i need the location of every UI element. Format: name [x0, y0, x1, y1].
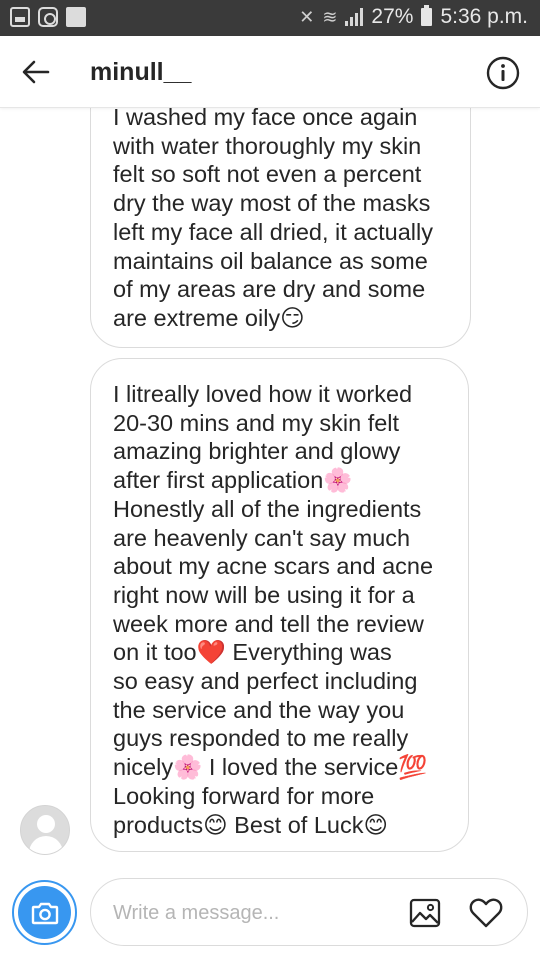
message-line: week more and tell the review — [113, 610, 424, 637]
clock: 5:36 p.m. — [440, 5, 528, 28]
wifi-icon: ≋ — [322, 6, 338, 27]
message-line: of my areas are dry and some — [113, 276, 426, 303]
conversation-title[interactable]: minull__ — [90, 58, 191, 87]
message-line: Honestly all of the ingredients — [113, 495, 422, 522]
camera-icon — [31, 902, 59, 925]
message-line: products😊 Best of Luck😊 — [113, 811, 388, 838]
message-line: right now will be using it for a — [113, 581, 415, 608]
message-bubble[interactable]: I litreally loved how it worked 20-30 mi… — [90, 358, 469, 852]
sender-avatar[interactable] — [20, 805, 70, 855]
message-line: dry the way most of the masks — [113, 190, 431, 217]
message-line: amazing brighter and glowy — [113, 438, 401, 465]
message-line: the service and the way you — [113, 696, 405, 723]
status-bar: ✕ ≋ 27% 5:36 p.m. — [0, 0, 540, 36]
message-line: on it too❤️ Everything was — [113, 639, 392, 666]
message-line: 20-30 mins and my skin felt — [113, 409, 400, 436]
message-line: so easy and perfect including — [113, 668, 418, 695]
info-icon[interactable] — [486, 56, 520, 90]
message-line: felt so soft not even a percent — [113, 161, 422, 188]
battery-percent: 27% — [371, 5, 414, 28]
chat-header: minull__ — [0, 36, 540, 108]
message-line: Looking forward for more — [113, 782, 375, 809]
message-line: about my acne scars and acne — [113, 553, 434, 580]
camera-button[interactable] — [12, 880, 77, 945]
status-right: ✕ ≋ 27% 5:36 p.m. — [299, 5, 528, 29]
message-line: maintains oil balance as some — [113, 247, 428, 274]
camera-button-fill — [18, 886, 71, 939]
avatar-body — [29, 836, 63, 854]
instagram-icon — [38, 7, 58, 27]
message-line: are heavenly can't say much — [113, 524, 411, 551]
message-line: after first application🌸 — [113, 467, 353, 494]
status-left-icons — [10, 7, 86, 27]
image-icon[interactable] — [409, 898, 441, 928]
mute-icon: ✕ — [299, 6, 315, 27]
avatar-head — [37, 815, 55, 833]
gallery-icon — [10, 7, 30, 27]
heart-icon[interactable] — [468, 897, 504, 929]
message-line: I litreally loved how it worked — [113, 381, 413, 407]
message-line: nicely🌸 I loved the service💯 — [113, 754, 428, 781]
signal-icon — [345, 8, 364, 26]
message-line: guys responded to me really — [113, 725, 409, 752]
message-line: with water thoroughly my skin — [113, 132, 422, 159]
recycle-icon — [66, 7, 86, 27]
message-bubble[interactable]: I washed my face once again with water t… — [90, 72, 471, 348]
battery-icon — [421, 5, 433, 26]
message-line: are extreme oily😏 — [113, 304, 305, 331]
message-line: left my face all dried, it actually — [113, 218, 433, 245]
message-input[interactable] — [113, 899, 403, 927]
message-composer — [90, 878, 528, 946]
arrow-left-icon[interactable] — [22, 60, 50, 84]
